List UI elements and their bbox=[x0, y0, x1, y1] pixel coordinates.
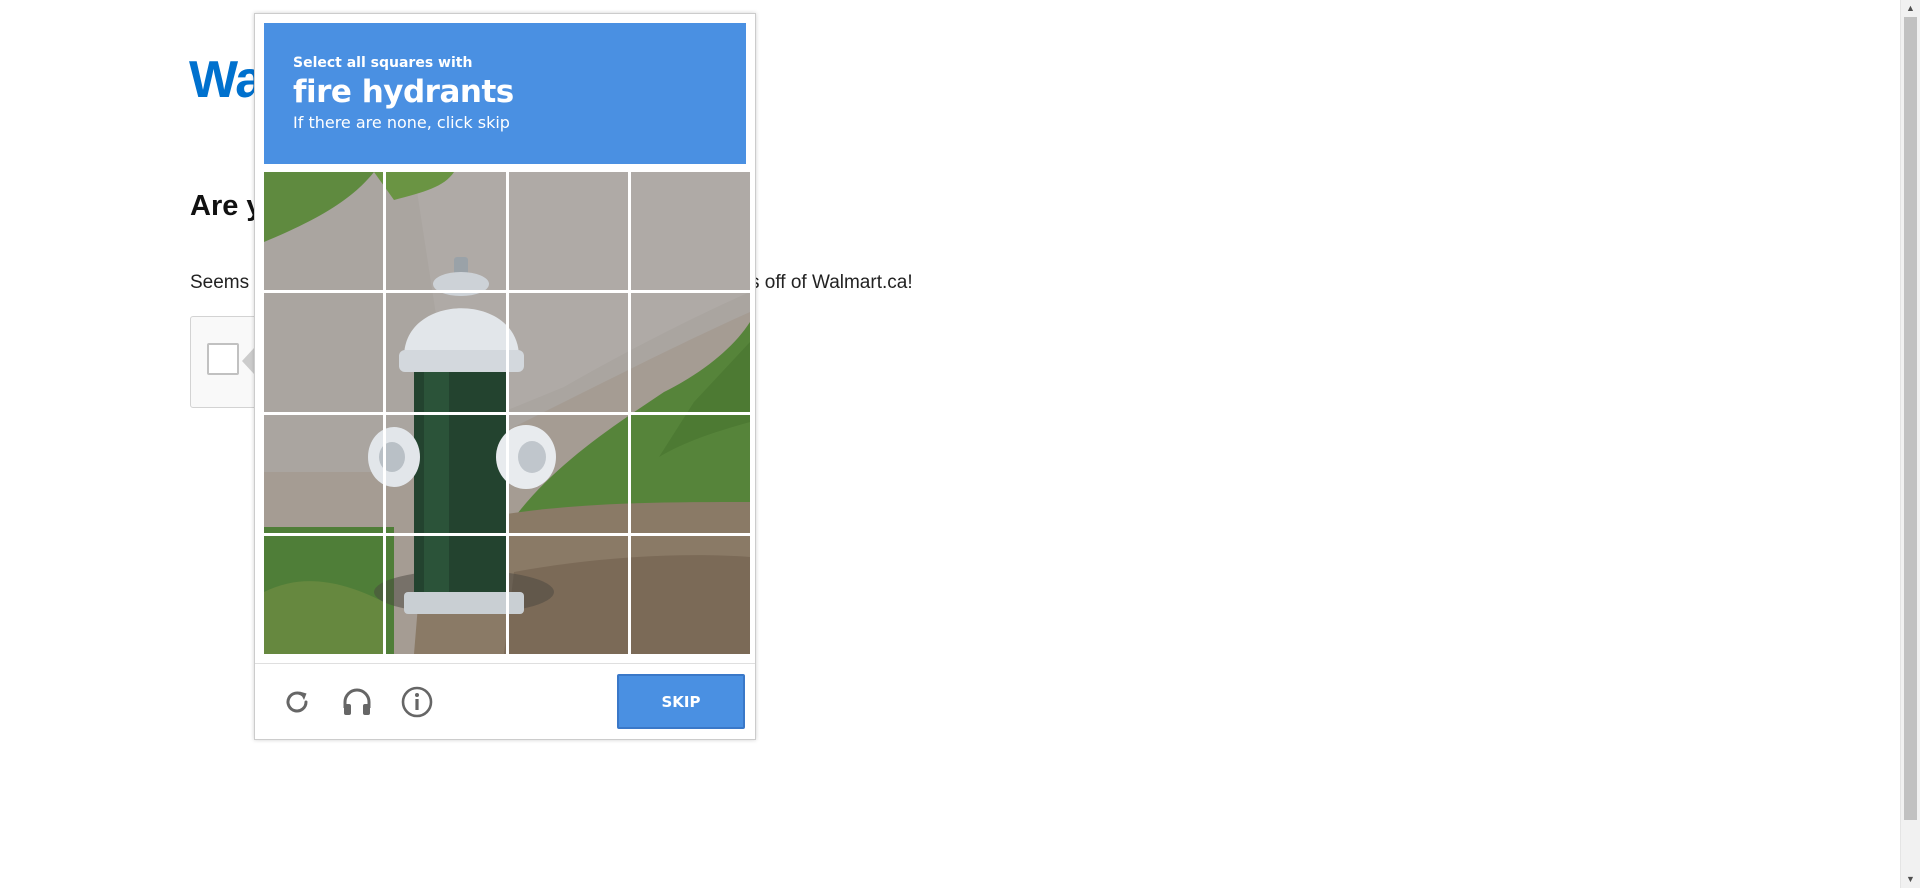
captcha-tile[interactable] bbox=[508, 414, 628, 533]
scroll-down-arrow-icon[interactable]: ▼ bbox=[1901, 871, 1920, 888]
captcha-tile[interactable] bbox=[508, 172, 628, 291]
captcha-tile[interactable] bbox=[508, 293, 628, 412]
reload-icon[interactable] bbox=[279, 684, 315, 720]
info-icon[interactable] bbox=[399, 684, 435, 720]
walmart-logo: Wa bbox=[189, 51, 264, 109]
captcha-tile[interactable] bbox=[264, 293, 384, 412]
skip-button[interactable]: SKIP bbox=[617, 674, 745, 729]
captcha-tile[interactable] bbox=[386, 535, 506, 654]
captcha-instructions: Select all squares with fire hydrants If… bbox=[264, 23, 746, 164]
captcha-image-grid bbox=[264, 172, 750, 654]
recaptcha-checkbox[interactable] bbox=[207, 343, 239, 375]
captcha-tile[interactable] bbox=[264, 172, 384, 291]
captcha-tile[interactable] bbox=[264, 414, 384, 533]
captcha-tile[interactable] bbox=[630, 172, 750, 291]
captcha-tile[interactable] bbox=[630, 414, 750, 533]
captcha-tile[interactable] bbox=[630, 535, 750, 654]
captcha-footer: SKIP bbox=[255, 663, 755, 739]
instruction-prefix: Select all squares with bbox=[293, 55, 473, 71]
captcha-tile[interactable] bbox=[386, 172, 506, 291]
captcha-challenge-popup: Select all squares with fire hydrants If… bbox=[254, 13, 756, 740]
captcha-tile[interactable] bbox=[386, 293, 506, 412]
page-text-end: s off of Walmart.ca! bbox=[750, 272, 913, 293]
captcha-tile[interactable] bbox=[386, 414, 506, 533]
captcha-tile[interactable] bbox=[630, 293, 750, 412]
instruction-skip-hint: If there are none, click skip bbox=[293, 113, 510, 132]
captcha-tile[interactable] bbox=[264, 535, 384, 654]
popup-pointer bbox=[242, 348, 254, 374]
captcha-tile[interactable] bbox=[508, 535, 628, 654]
scroll-up-arrow-icon[interactable]: ▲ bbox=[1901, 0, 1920, 17]
page-text-start: Seems bbox=[190, 272, 250, 293]
instruction-target: fire hydrants bbox=[293, 74, 514, 110]
page-heading: Are y bbox=[190, 190, 263, 222]
scroll-thumb[interactable] bbox=[1904, 17, 1917, 820]
audio-headphones-icon[interactable] bbox=[339, 684, 375, 720]
page-scrollbar[interactable]: ▲ ▼ bbox=[1900, 0, 1920, 888]
